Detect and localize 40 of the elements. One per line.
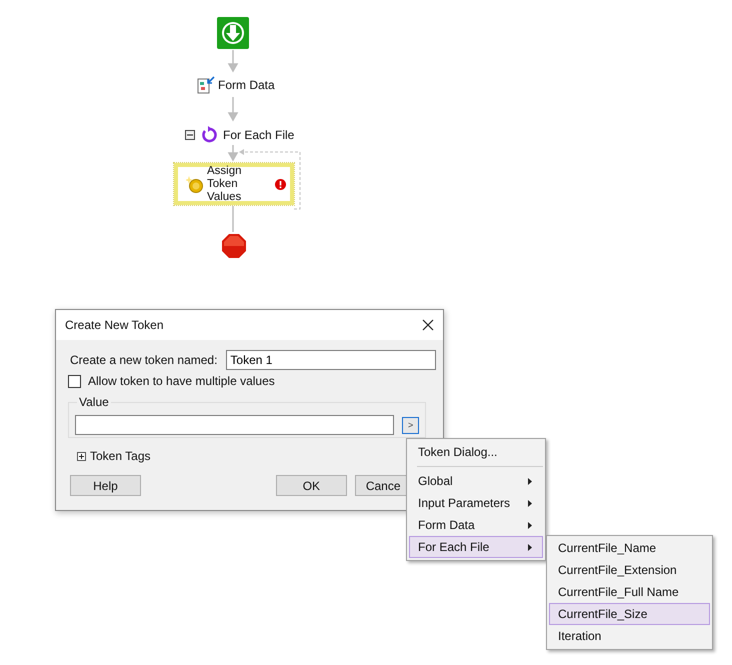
menu-item[interactable]: CurrentFile_Name bbox=[549, 537, 710, 559]
loop-connector bbox=[239, 149, 300, 210]
connector-arrow bbox=[228, 97, 238, 122]
activity-node[interactable]: Assign Token Values bbox=[174, 163, 294, 205]
stop-node[interactable] bbox=[222, 234, 246, 258]
submenu-arrow-icon bbox=[528, 478, 532, 484]
coin-icon bbox=[186, 175, 204, 193]
collapse-icon[interactable] bbox=[185, 130, 195, 140]
section-label[interactable]: Token Tags bbox=[90, 449, 150, 463]
value-field[interactable] bbox=[75, 415, 394, 435]
node-label[interactable]: Form Data bbox=[218, 78, 275, 92]
loop-icon bbox=[200, 126, 218, 144]
menu-item[interactable]: Token Dialog... bbox=[409, 441, 543, 463]
menu-item[interactable]: CurrentFile_Extension bbox=[549, 559, 710, 581]
token-picker-button[interactable]: > bbox=[402, 416, 419, 434]
dialog-button[interactable]: Help bbox=[70, 475, 141, 496]
expand-icon[interactable] bbox=[77, 452, 86, 460]
submenu-arrow-icon bbox=[528, 544, 532, 550]
field-label: Create a new token named: bbox=[70, 353, 218, 367]
checkbox-label: Allow token to have multiple values bbox=[88, 374, 275, 388]
connector-line bbox=[232, 206, 234, 232]
menu-item[interactable]: Iteration bbox=[549, 625, 710, 647]
window-title: Create New Token bbox=[65, 318, 164, 332]
node-label[interactable]: For Each File bbox=[223, 128, 294, 142]
menu-item[interactable]: Form Data bbox=[409, 514, 543, 536]
close-icon[interactable] bbox=[422, 319, 434, 331]
error-icon bbox=[275, 178, 286, 190]
submenu-arrow-icon bbox=[528, 522, 532, 528]
menu-item[interactable]: CurrentFile_Full Name bbox=[549, 581, 710, 603]
checkbox[interactable] bbox=[68, 374, 81, 388]
group-label: Value bbox=[77, 395, 111, 409]
token-name-field[interactable]: Token 1 bbox=[226, 350, 436, 370]
submenu-arrow-icon bbox=[528, 500, 532, 506]
dialog-button[interactable]: OK bbox=[276, 475, 347, 496]
connector-arrow bbox=[228, 50, 238, 73]
connector-arrow bbox=[228, 145, 238, 162]
form-icon bbox=[197, 76, 215, 94]
start-node[interactable] bbox=[217, 17, 249, 49]
menu-item[interactable]: CurrentFile_Size bbox=[549, 603, 710, 625]
menu-item[interactable]: For Each File bbox=[409, 536, 543, 558]
